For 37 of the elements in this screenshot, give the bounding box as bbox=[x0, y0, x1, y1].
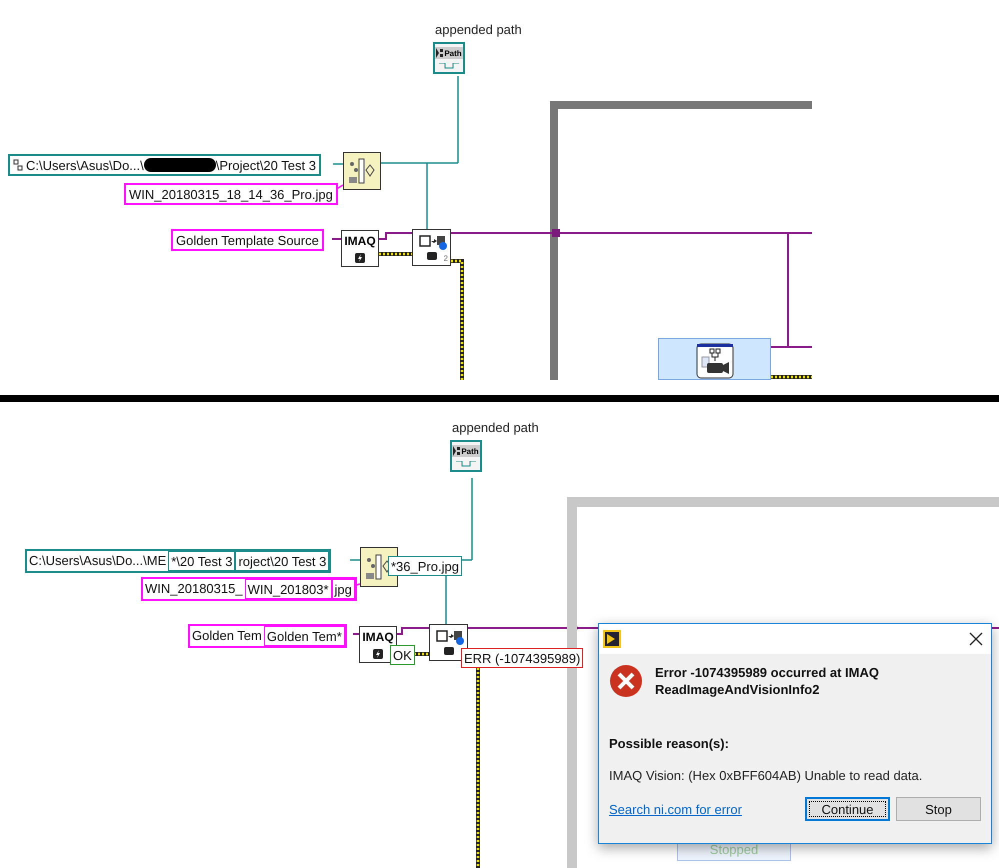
camera-icon bbox=[696, 343, 734, 379]
lightning-icon bbox=[355, 253, 365, 264]
lightning-icon bbox=[373, 649, 383, 660]
probe-tip: WIN_201803* bbox=[244, 579, 332, 599]
error-icon bbox=[609, 664, 643, 698]
indicator-text: Path bbox=[444, 48, 462, 58]
continue-button[interactable]: Continue bbox=[805, 797, 890, 821]
node-count: 2 bbox=[444, 254, 448, 263]
indicator-label: appended path bbox=[435, 22, 522, 37]
reason-text: IMAQ Vision: (Hex 0xBFF604AB) Unable to read data. bbox=[609, 768, 924, 783]
stop-button[interactable]: Stop bbox=[896, 797, 981, 821]
probe-tip: roject\20 Test 3 bbox=[235, 551, 330, 571]
imaq-node: IMAQ bbox=[341, 230, 379, 267]
search-link[interactable]: Search ni.com for error bbox=[609, 802, 799, 816]
connector-icon bbox=[456, 461, 476, 467]
path-text: \Project\20 Test 3 bbox=[216, 158, 316, 172]
reasons-title: Possible reason(s): bbox=[609, 736, 730, 751]
probe-tip: jpg bbox=[332, 579, 355, 599]
file-constant: WIN_20180315_18_14_36_Pro.jpg bbox=[124, 183, 338, 205]
tree-icon bbox=[436, 48, 444, 58]
tree-icon bbox=[453, 446, 462, 456]
path-constant: C:\Users\Asus\Do...\ME bbox=[27, 551, 168, 569]
probe-tip: Golden Tem* bbox=[264, 626, 345, 646]
error-heading: Error -1074395989 occurred at IMAQ ReadImageAndVisionInfo2 bbox=[655, 664, 880, 698]
tree-icon bbox=[13, 159, 23, 171]
app-icon bbox=[603, 630, 621, 648]
connector-icon bbox=[439, 63, 459, 69]
indicator-label: appended path bbox=[452, 420, 539, 435]
probe-tip: *36_Pro.jpg bbox=[388, 556, 462, 576]
session-constant: Golden Template Source bbox=[171, 229, 324, 251]
indicator-text: Path bbox=[461, 446, 479, 456]
close-icon[interactable] bbox=[969, 632, 983, 646]
probe-tip: *\20 Test 3 bbox=[168, 551, 236, 571]
error-wire bbox=[379, 252, 412, 256]
error-wire bbox=[771, 375, 812, 379]
error-probe: ERR (-1074395989) bbox=[461, 648, 584, 668]
path-text: C:\Users\Asus\Do...\ bbox=[26, 158, 144, 172]
